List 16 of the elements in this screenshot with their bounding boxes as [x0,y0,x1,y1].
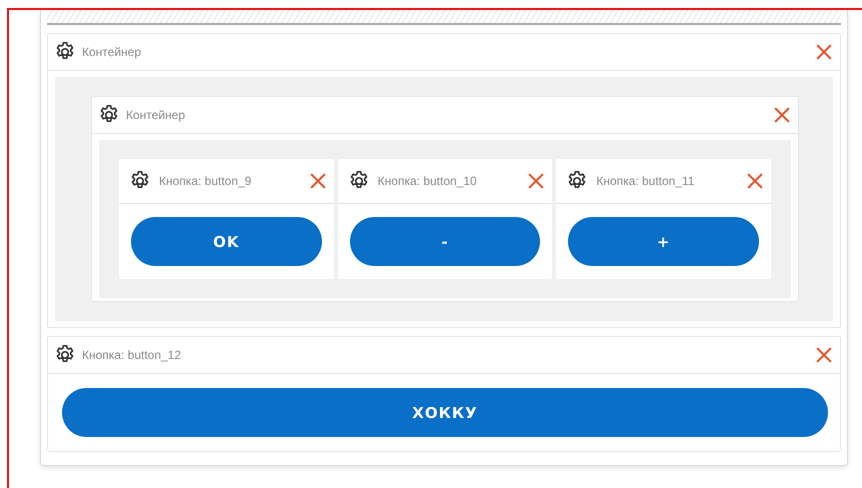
close-icon[interactable] [816,44,832,60]
pill-button[interactable]: - [350,217,540,266]
pill-button[interactable]: ХОККУ [62,388,828,437]
widget-title: Кнопка: button_10 [378,174,478,188]
widget-title: Контейнер [126,108,186,122]
close-icon[interactable] [747,173,764,189]
close-icon[interactable] [528,173,544,189]
widget-title: Кнопка: button_11 [596,174,696,188]
pill-button[interactable]: + [568,217,760,266]
widget-title: Контейнер [82,45,142,59]
close-icon[interactable] [310,173,326,189]
pill-button[interactable]: OK [131,217,322,266]
widget-title: Кнопка: button_12 [82,348,182,362]
close-icon[interactable] [816,347,832,363]
widget-title: Кнопка: button_9 [159,174,252,188]
close-icon[interactable] [774,107,790,123]
